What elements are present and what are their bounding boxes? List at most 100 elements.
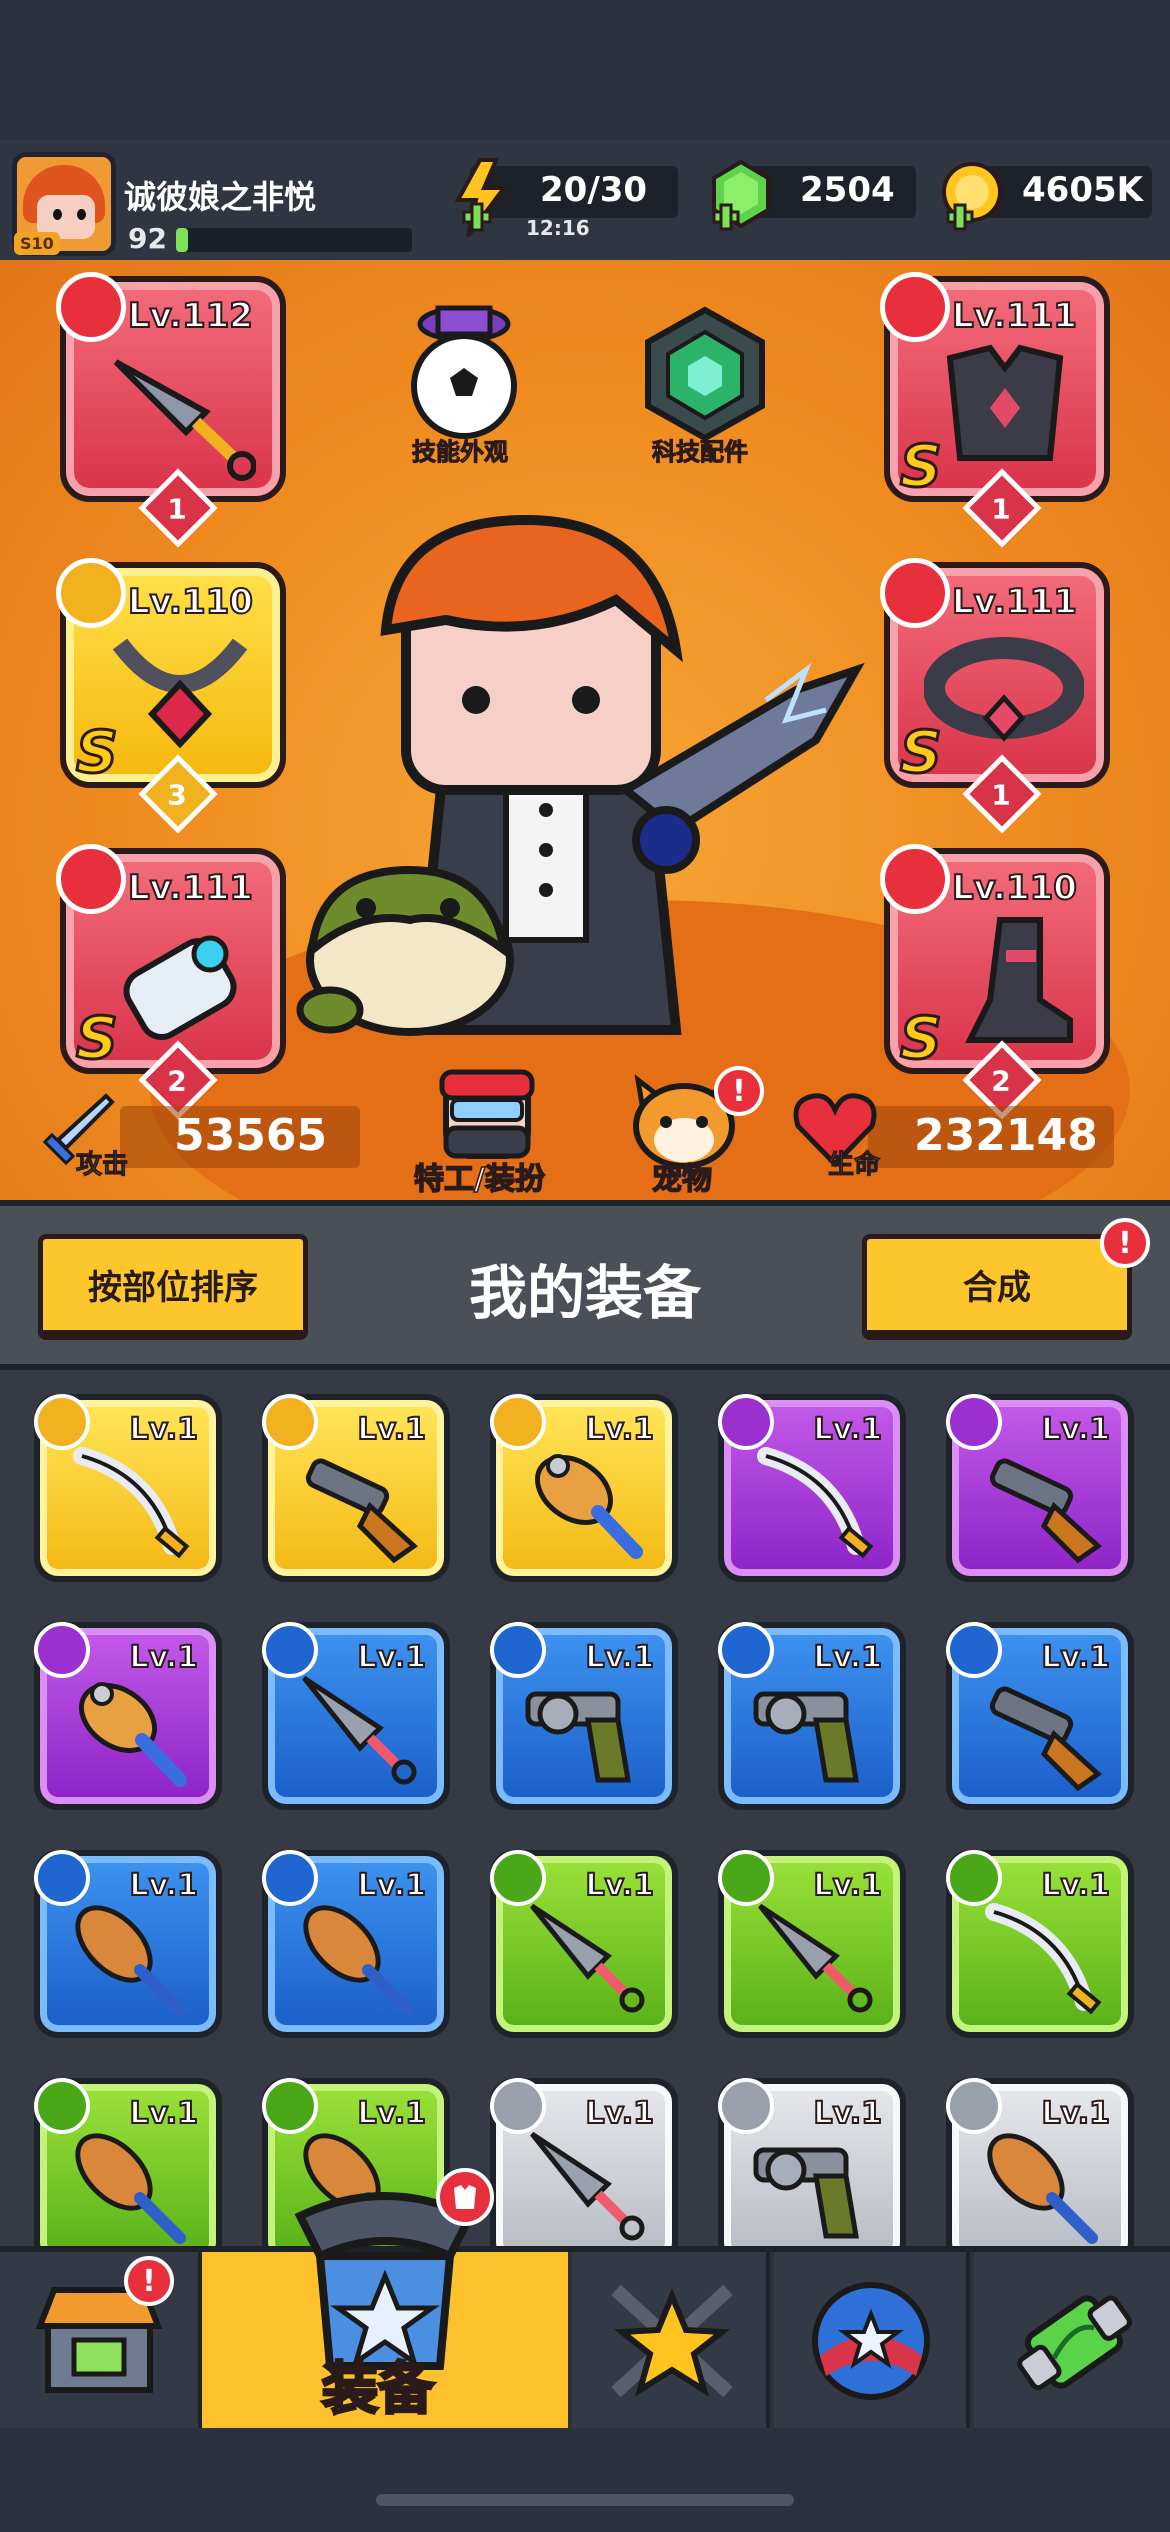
equipped-rank: S [899,431,944,502]
nav-events-tab[interactable] [774,2252,970,2428]
equipped-necklace-slot[interactable]: Lv.110 S 3 [56,558,286,834]
weapon-slot-badge-icon [56,272,126,342]
nav-lab-tab[interactable] [974,2252,1170,2428]
shop-alert-badge: ! [124,2256,174,2306]
inventory-item[interactable]: Lv.1 [262,1850,450,2038]
skill-skin-icon[interactable] [404,302,524,442]
inventory-item[interactable]: Lv.1 [718,2078,906,2246]
inventory-item[interactable]: Lv.1 [718,1394,906,1582]
tech-parts-label[interactable]: 科技配件 [652,432,749,467]
necklace-icon [112,638,248,749]
boots-icon [965,917,1073,1043]
top-safe-area [0,0,1170,140]
hp-value: 232148 [914,1110,1098,1161]
inventory-item[interactable]: Lv.1 [490,2078,678,2246]
equipped-belt-slot[interactable]: Lv.111 S 1 [880,558,1110,834]
inventory-grid: Lv.1 Lv.1 Lv.1 Lv.1 Lv.1 Lv.1 Lv.1 Lv.1 Lv.1 Lv.1… [0,1370,1170,2246]
tech-parts-icon[interactable] [640,306,770,442]
sword-icon [73,1447,190,1559]
equipped-level: Lv.111 [127,867,254,909]
inventory-item[interactable]: Lv.1 [718,1850,906,2038]
revolver-icon [753,2147,859,2239]
kunai-icon [302,1675,417,1785]
inventory-item[interactable]: Lv.1 [490,1850,678,2038]
revolver-icon [525,1691,631,1783]
equipped-rank: S [899,1003,944,1074]
gloves-slot-badge-icon [56,844,126,914]
agent-outfit-icon[interactable] [432,1066,542,1166]
equipped-boots-slot[interactable]: Lv.110 S 2 [880,844,1110,1120]
armor-alert-icon [436,2168,494,2226]
energy-timer: 12:16 [526,216,590,240]
inventory-item[interactable]: Lv.1 [490,1622,678,1810]
pet-label[interactable]: 宠物 [651,1154,713,1198]
kunai-icon [530,1903,645,2013]
inventory-item[interactable]: Lv.1 [34,1622,222,1810]
armor-icon [946,344,1064,461]
equipped-level: Lv.111 [951,295,1078,337]
inventory-item[interactable]: Lv.1 [34,1850,222,2038]
equipped-level: Lv.110 [127,581,254,623]
energy-value: 20/30 [540,170,648,210]
inventory-item[interactable]: Lv.1 [946,2078,1134,2246]
inventory-item[interactable]: Lv.1 [946,1850,1134,2038]
gold-value: 4605K [1022,170,1143,210]
bottom-safe-area [0,2430,1170,2532]
shotgun-icon [989,1686,1102,1792]
gems-value: 2504 [800,170,895,210]
vip-badge: S10 [14,232,60,255]
kunai-icon [113,359,256,481]
armor-slot-badge-icon [880,272,950,342]
kunai-icon [530,2131,645,2241]
dna-capsule-icon [1017,2295,1132,2391]
equipped-rank: S [75,1003,120,1074]
bat-icon [987,2133,1098,2244]
sort-by-slot-button[interactable]: 按部位排序 [38,1234,308,1340]
belt-icon [924,637,1084,742]
gem-icon [712,159,770,231]
bat-icon [75,1905,186,2016]
merge-alert-badge: ! [1100,1218,1150,1268]
sword-icon [757,1447,874,1559]
crossed-swords-star-icon [611,2284,733,2398]
shotgun-icon [305,1458,418,1564]
gauntlet-icon [123,935,237,1040]
equipped-gloves-slot[interactable]: Lv.111 S 2 [56,844,286,1120]
inventory-item[interactable]: Lv.1 [490,1394,678,1582]
nav-heroes-tab[interactable] [572,2252,770,2428]
inventory-item[interactable]: Lv.1 [946,1394,1134,1582]
inventory-item[interactable]: Lv.1 [34,1394,222,1582]
bat-icon [303,1905,414,2016]
star-ball-icon [812,2282,930,2400]
attack-label: 攻击 [75,1150,129,1181]
club-icon [79,1682,187,1787]
xp-bar [176,228,412,252]
inventory-item[interactable]: Lv.1 [34,2078,222,2246]
necklace-slot-badge-icon [56,558,126,628]
sword-icon [985,1903,1102,2015]
merge-button[interactable]: 合成 [862,1234,1132,1340]
belt-slot-badge-icon [880,558,950,628]
attack-value: 53565 [174,1110,328,1161]
pet-alert-badge: ! [714,1066,764,1116]
club-icon [535,1454,643,1559]
equipped-level: Lv.112 [127,295,254,337]
equipment-tab-label: 装备 [321,2356,436,2424]
skill-skin-label[interactable]: 技能外观 [412,432,509,467]
inventory-item[interactable]: Lv.1 [718,1622,906,1810]
agent-outfit-label[interactable]: 特工/装扮 [413,1154,545,1198]
bat-icon [75,2133,186,2244]
equipped-level: Lv.110 [951,867,1078,909]
gold-coin-icon [942,162,1002,231]
kunai-icon [758,1903,873,2013]
player-level: 92 [128,222,167,255]
frog-pet[interactable] [290,840,530,1040]
equipped-armor-slot[interactable]: Lv.111 S 1 [880,272,1110,548]
inventory-item[interactable]: Lv.1 [262,1394,450,1582]
hp-label: 生命 [827,1150,881,1181]
inventory-item[interactable]: Lv.1 [946,1622,1134,1810]
inventory-item[interactable]: Lv.1 [262,1622,450,1810]
equipped-rank: S [75,717,120,788]
home-indicator[interactable] [376,2494,794,2506]
equipped-weapon-slot[interactable]: Lv.112 1 [56,272,286,548]
